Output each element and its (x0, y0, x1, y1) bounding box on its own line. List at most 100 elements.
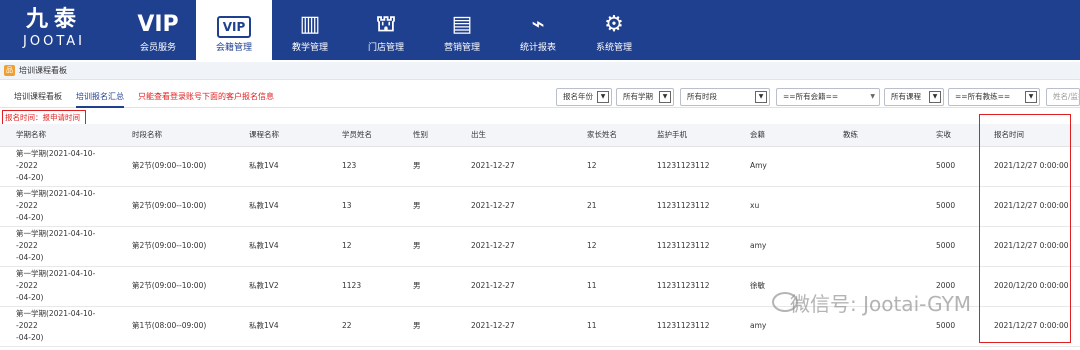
settings-icon: ⚙ (604, 12, 624, 37)
paid-cell: 5000 (920, 226, 978, 267)
time-cell: 2021/12/27 0:00:00 (978, 146, 1080, 187)
term-cell: 第一学期(2021-04-10--2022 -04-20) (0, 306, 116, 347)
paid-cell: 5000 (920, 186, 978, 227)
period-cell: 第2节(09:00--10:00) (116, 146, 233, 187)
table-row[interactable]: 第一学期(2021-04-10--2022 -04-20) 第2节(09:00--… (0, 226, 1080, 267)
column-header: 会籍 (734, 124, 827, 147)
column-header: 学期名称 (0, 124, 116, 147)
coach-cell (827, 226, 920, 267)
term-cell: 第一学期(2021-04-10--2022 -04-20) (0, 186, 116, 227)
time-cell: 2021/12/27 0:00:00 (978, 306, 1080, 347)
column-header: 报名时间 (978, 124, 1080, 147)
year-select[interactable]: 报名年份 ▼ (556, 88, 612, 106)
period-cell: 第2节(09:00--10:00) (116, 266, 233, 307)
phone-cell: 11231123112 (641, 146, 734, 187)
nav-label: 系统管理 (595, 43, 632, 53)
column-header: 时段名称 (116, 124, 233, 147)
parent-cell: 21 (571, 186, 641, 227)
table-header-row: 学期名称 时段名称 课程名称 学员姓名 性别 出生 家长姓名 监护手机 会籍 教… (0, 124, 1080, 147)
table-row[interactable]: 第一学期(2021-04-10--2022 -04-20) 第2节(09:00--… (0, 146, 1080, 187)
column-header: 家长姓名 (571, 124, 641, 147)
student-cell: 12 (326, 226, 397, 267)
column-header: 课程名称 (233, 124, 326, 147)
membership-cell: xu (734, 186, 827, 227)
gender-cell: 男 (397, 306, 455, 347)
birth-cell: 2021-12-27 (455, 306, 571, 347)
tab-course-board[interactable]: 培训课程看板 (14, 91, 62, 102)
column-header: 监护手机 (641, 124, 734, 147)
phone-cell: 11231123112 (641, 266, 734, 307)
course-cell: 私教1V2 (233, 266, 326, 307)
dropdown-arrow-icon: ▼ (659, 91, 671, 103)
membership-select[interactable]: ==所有会籍== ▼ (776, 88, 880, 106)
top-navigation-bar: 九泰 JOOTAI VIP 会员服务 VIP 会籍管理 ▥ 教学管理 ⛫ 门店管… (0, 0, 1080, 60)
nav-marketing-management[interactable]: ▤ 营销管理 (424, 0, 500, 60)
line-chart-icon: ⌁ (531, 12, 545, 37)
coach-cell (827, 186, 920, 227)
nav-store-management[interactable]: ⛫ 门店管理 (348, 0, 424, 60)
course-cell: 私教1V4 (233, 306, 326, 347)
dropdown-arrow-icon: ▼ (929, 91, 941, 103)
term-cell: 第一学期(2021-04-10--2022 -04-20) (0, 266, 116, 307)
nav-teaching-management[interactable]: ▥ 教学管理 (272, 0, 348, 60)
student-cell: 123 (326, 146, 397, 187)
vip-crown-icon: VIP (137, 12, 179, 37)
nav-system-management[interactable]: ⚙ 系统管理 (576, 0, 652, 60)
nav-label: 会籍管理 (215, 43, 252, 53)
student-cell: 1123 (326, 266, 397, 307)
nav-label: 统计报表 (519, 43, 556, 53)
term-cell: 第一学期(2021-04-10--2022 -04-20) (0, 146, 116, 187)
term-cell: 第一学期(2021-04-10--2022 -04-20) (0, 226, 116, 267)
column-header: 实收 (920, 124, 978, 147)
birth-cell: 2021-12-27 (455, 186, 571, 227)
parent-cell: 12 (571, 146, 641, 187)
dropdown-arrow-icon: ▼ (597, 91, 609, 103)
gender-cell: 男 (397, 226, 455, 267)
gender-cell: 男 (397, 186, 455, 227)
course-cell: 私教1V4 (233, 146, 326, 187)
time-cell: 2021/12/27 0:00:00 (978, 186, 1080, 227)
tab-registration-summary[interactable]: 培训报名汇总 (76, 91, 124, 108)
membership-cell: Amy (734, 146, 827, 187)
column-header: 学员姓名 (326, 124, 397, 147)
store-user-icon: ⛫ (375, 12, 397, 37)
coach-select[interactable]: ==所有教练== ▼ (948, 88, 1040, 106)
breadcrumb-label[interactable]: 培训课程看板 (19, 65, 67, 76)
period-cell: 第2节(09:00--10:00) (116, 226, 233, 267)
student-cell: 13 (326, 186, 397, 227)
table-row[interactable]: 第一学期(2021-04-10--2022 -04-20) 第2节(09:00--… (0, 186, 1080, 227)
nav-label: 门店管理 (367, 43, 404, 53)
birth-cell: 2021-12-27 (455, 266, 571, 307)
nav-member-service[interactable]: VIP 会员服务 (120, 0, 196, 60)
search-input[interactable]: 姓名/监护 (1046, 88, 1080, 106)
nav-label: 会员服务 (139, 43, 176, 53)
logo-english: JOOTAI (23, 34, 85, 49)
column-header: 性别 (397, 124, 455, 147)
membership-cell: amy (734, 226, 827, 267)
nav-membership-management[interactable]: VIP 会籍管理 (196, 0, 272, 60)
column-header: 出生 (455, 124, 571, 147)
logo-chinese: 九泰 (25, 7, 82, 32)
paid-cell: 5000 (920, 146, 978, 187)
student-cell: 22 (326, 306, 397, 347)
period-select[interactable]: 所有时段 ▼ (680, 88, 770, 106)
dropdown-arrow-icon: ▼ (755, 91, 767, 103)
permission-note: 只能查看登录账号下面的客户报名信息 (138, 92, 274, 101)
breadcrumb: 品 培训课程看板 (0, 62, 1080, 80)
parent-cell: 11 (571, 266, 641, 307)
chevron-down-icon: ▼ (870, 93, 875, 100)
watermark: 微信号: Jootai-GYM (790, 292, 972, 316)
books-icon: ▥ (299, 12, 321, 37)
coach-cell (827, 146, 920, 187)
birth-cell: 2021-12-27 (455, 146, 571, 187)
vip-card-icon: VIP (196, 8, 272, 42)
nav-statistics-reports[interactable]: ⌁ 统计报表 (500, 0, 576, 60)
phone-cell: 11231123112 (641, 186, 734, 227)
parent-cell: 12 (571, 226, 641, 267)
time-cell: 2021/12/27 0:00:00 (978, 226, 1080, 267)
nav-label: 营销管理 (443, 43, 480, 53)
course-select[interactable]: 所有课程 ▼ (884, 88, 944, 106)
phone-cell: 11231123112 (641, 226, 734, 267)
chart-document-icon: ▤ (451, 12, 473, 37)
term-select[interactable]: 所有学期 ▼ (616, 88, 674, 106)
